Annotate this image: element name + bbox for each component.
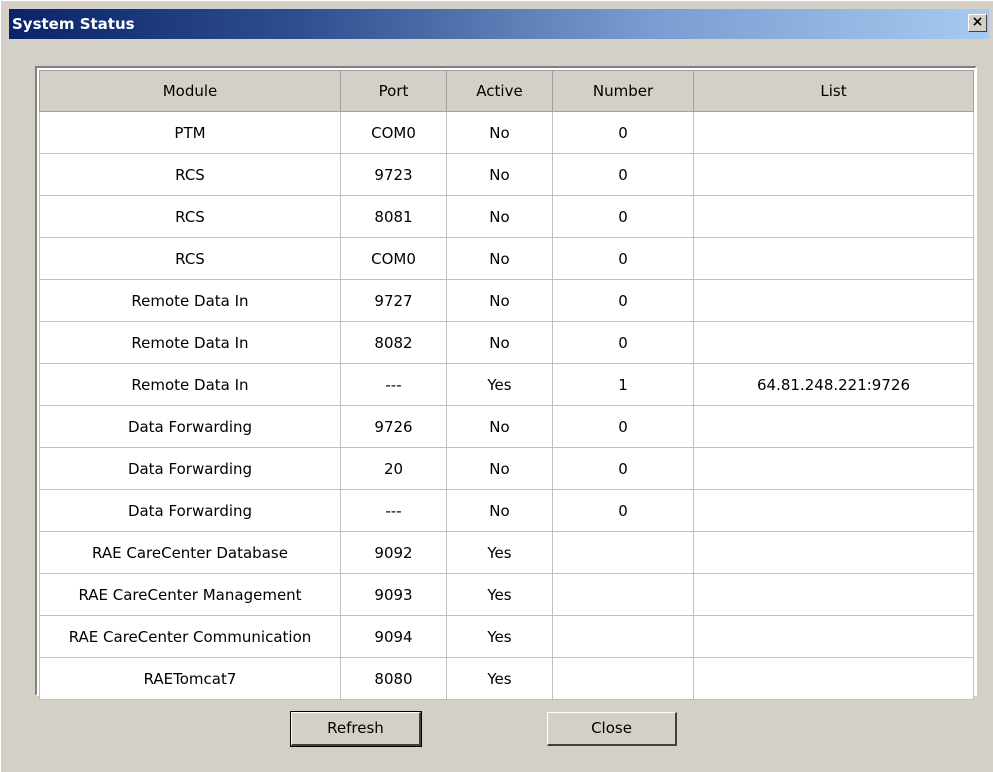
cell-active: No: [446, 195, 553, 238]
cell-module: RCS: [39, 153, 341, 196]
cell-port: 9726: [340, 405, 447, 448]
table-row[interactable]: Data Forwarding 20 No 0: [39, 447, 974, 490]
cell-number: 0: [552, 279, 694, 322]
cell-number: 1: [552, 363, 694, 406]
table-row[interactable]: RAE CareCenter Communication 9094 Yes: [39, 615, 974, 658]
cell-module: RAE CareCenter Communication: [39, 615, 341, 658]
table-row[interactable]: Remote Data In 8082 No 0: [39, 321, 974, 364]
table-row[interactable]: RCS 8081 No 0: [39, 195, 974, 238]
column-header-active[interactable]: Active: [446, 70, 553, 112]
cell-active: Yes: [446, 363, 553, 406]
table-row[interactable]: RAE CareCenter Database 9092 Yes: [39, 531, 974, 574]
cell-list: [693, 279, 974, 322]
window-title: System Status: [12, 15, 135, 33]
cell-number: [552, 657, 694, 700]
cell-number: 0: [552, 489, 694, 532]
cell-number: 0: [552, 153, 694, 196]
cell-port: 9092: [340, 531, 447, 574]
cell-active: Yes: [446, 573, 553, 616]
cell-number: 0: [552, 111, 694, 154]
cell-number: [552, 615, 694, 658]
table-row[interactable]: RCS 9723 No 0: [39, 153, 974, 196]
cell-module: RAE CareCenter Management: [39, 573, 341, 616]
status-table-frame: Module Port Active Number List PTM COM0 No…: [35, 66, 977, 700]
cell-active: No: [446, 447, 553, 490]
cell-module: Data Forwarding: [39, 489, 341, 532]
table-row[interactable]: RAE CareCenter Management 9093 Yes: [39, 573, 974, 616]
table-header-row: Module Port Active Number List: [39, 70, 974, 112]
refresh-button[interactable]: Refresh: [290, 711, 422, 747]
close-button[interactable]: Close: [547, 712, 677, 746]
table-row[interactable]: RCS COM0 No 0: [39, 237, 974, 280]
cell-port: 8081: [340, 195, 447, 238]
cell-list: [693, 153, 974, 196]
cell-module: RCS: [39, 195, 341, 238]
column-header-number[interactable]: Number: [552, 70, 694, 112]
cell-active: No: [446, 237, 553, 280]
cell-list: [693, 447, 974, 490]
cell-active: No: [446, 153, 553, 196]
cell-module: Remote Data In: [39, 279, 341, 322]
cell-list: [693, 615, 974, 658]
cell-active: No: [446, 279, 553, 322]
cell-module: Data Forwarding: [39, 447, 341, 490]
cell-module: Data Forwarding: [39, 405, 341, 448]
table-row[interactable]: Data Forwarding 9726 No 0: [39, 405, 974, 448]
table-row[interactable]: PTM COM0 No 0: [39, 111, 974, 154]
cell-active: Yes: [446, 657, 553, 700]
cell-module: PTM: [39, 111, 341, 154]
cell-port: 8082: [340, 321, 447, 364]
cell-module: RCS: [39, 237, 341, 280]
column-header-module[interactable]: Module: [39, 70, 341, 112]
cell-active: No: [446, 111, 553, 154]
cell-number: 0: [552, 405, 694, 448]
cell-list: [693, 321, 974, 364]
cell-list: [693, 531, 974, 574]
column-header-port[interactable]: Port: [340, 70, 447, 112]
cell-port: COM0: [340, 111, 447, 154]
table-row[interactable]: Data Forwarding --- No 0: [39, 489, 974, 532]
system-status-dialog: System Status × Module Port Active Numbe…: [0, 0, 993, 772]
cell-list: [693, 405, 974, 448]
cell-list: [693, 111, 974, 154]
cell-module: Remote Data In: [39, 363, 341, 406]
cell-active: No: [446, 489, 553, 532]
cell-number: [552, 531, 694, 574]
cell-module: RAETomcat7: [39, 657, 341, 700]
cell-number: 0: [552, 237, 694, 280]
cell-module: Remote Data In: [39, 321, 341, 364]
table-row[interactable]: RAETomcat7 8080 Yes: [39, 657, 974, 700]
cell-active: Yes: [446, 615, 553, 658]
cell-port: ---: [340, 363, 447, 406]
cell-list: [693, 195, 974, 238]
cell-port: ---: [340, 489, 447, 532]
table-row[interactable]: Remote Data In --- Yes 1 64.81.248.221:9726: [39, 363, 974, 406]
cell-list: 64.81.248.221:9726: [693, 363, 974, 406]
cell-port: 9093: [340, 573, 447, 616]
cell-active: No: [446, 321, 553, 364]
cell-number: 0: [552, 321, 694, 364]
cell-port: 8080: [340, 657, 447, 700]
cell-module: RAE CareCenter Database: [39, 531, 341, 574]
cell-number: 0: [552, 447, 694, 490]
table-body: PTM COM0 No 0 RCS 9723 No 0 RCS 8081 No 0 RCS COM0 No 0…: [39, 111, 974, 700]
table-row[interactable]: Remote Data In 9727 No 0: [39, 279, 974, 322]
cell-number: [552, 573, 694, 616]
title-bar[interactable]: System Status ×: [9, 9, 989, 39]
cell-number: 0: [552, 195, 694, 238]
cell-port: 9094: [340, 615, 447, 658]
cell-active: Yes: [446, 531, 553, 574]
close-icon[interactable]: ×: [968, 14, 987, 32]
status-table: Module Port Active Number List PTM COM0 No…: [39, 70, 974, 700]
column-header-list[interactable]: List: [693, 70, 974, 112]
cell-list: [693, 657, 974, 700]
cell-list: [693, 573, 974, 616]
cell-port: COM0: [340, 237, 447, 280]
cell-active: No: [446, 405, 553, 448]
cell-list: [693, 489, 974, 532]
cell-port: 20: [340, 447, 447, 490]
cell-port: 9723: [340, 153, 447, 196]
cell-port: 9727: [340, 279, 447, 322]
cell-list: [693, 237, 974, 280]
